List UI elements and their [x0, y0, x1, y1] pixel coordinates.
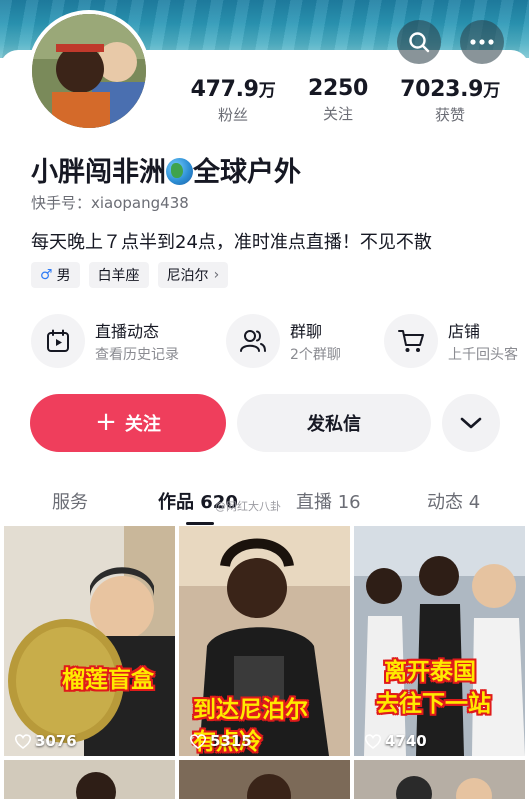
- plus-icon: +: [95, 406, 117, 437]
- stat-value: 7023.9: [400, 77, 484, 102]
- tab-services[interactable]: 服务: [52, 488, 88, 514]
- feature-subtitle: 上千回头客: [448, 347, 518, 363]
- group-icon: [240, 330, 266, 352]
- tag-gender: ♂ 男: [31, 262, 80, 288]
- tag-gender-label: 男: [56, 268, 71, 284]
- stat-likes[interactable]: 7023.9万 获赞: [390, 76, 510, 125]
- profile-name-part1: 小胖闯非洲: [31, 157, 166, 188]
- stat-label: 获赞: [434, 106, 465, 124]
- globe-icon: [166, 158, 193, 185]
- profile-name: 小胖闯非洲 全球户外: [31, 150, 301, 189]
- feature-shop[interactable]: 店铺 上千回头客: [384, 314, 529, 370]
- video-card[interactable]: 到达尼泊尔 有点冷 5315: [179, 526, 350, 756]
- video-likes: 5315: [190, 732, 252, 750]
- heart-icon: [190, 733, 206, 749]
- avatar[interactable]: [28, 10, 150, 132]
- video-likes-count: 5315: [210, 732, 252, 750]
- stat-value: 477.9: [190, 77, 259, 102]
- profile-tags: ♂ 男 白羊座 尼泊尔 ›: [31, 262, 229, 288]
- video-thumbnail: [354, 526, 525, 756]
- avatar-photo: [32, 14, 146, 128]
- video-caption: 去往下一站: [376, 691, 491, 717]
- tag-zodiac: 白羊座: [88, 262, 149, 288]
- message-button[interactable]: 发私信: [237, 394, 431, 452]
- feature-group-chat[interactable]: 群聊 2个群聊: [226, 314, 376, 370]
- chevron-right-icon: ›: [213, 267, 220, 283]
- feature-title: 直播动态: [95, 322, 160, 341]
- tab-posts[interactable]: 动态 4: [427, 488, 480, 514]
- more-button[interactable]: [460, 20, 504, 64]
- video-caption: 到达尼泊尔: [193, 697, 308, 723]
- calendar-play-icon: [47, 329, 69, 352]
- feature-row: 直播动态 查看历史记录 群聊 2个群聊 店铺 上千回头客: [0, 314, 529, 370]
- feature-title: 店铺: [448, 322, 481, 341]
- feature-title: 群聊: [290, 322, 323, 341]
- stat-unit: 万: [258, 81, 276, 101]
- feature-subtitle: 查看历史记录: [95, 347, 179, 363]
- stat-following[interactable]: 2250 关注: [298, 76, 378, 124]
- video-likes: 3076: [15, 732, 77, 750]
- heart-icon: [15, 733, 31, 749]
- action-row: + 关注 发私信: [0, 394, 529, 454]
- video-likes: 4740: [365, 732, 427, 750]
- watermark: @网红大八卦: [215, 500, 281, 513]
- video-card-partial[interactable]: [179, 760, 350, 799]
- more-dots-icon: [470, 39, 494, 45]
- video-likes-count: 4740: [385, 732, 427, 750]
- more-actions-button[interactable]: [442, 394, 500, 452]
- search-button[interactable]: [397, 20, 441, 64]
- feature-subtitle: 2个群聊: [290, 347, 341, 363]
- tag-location[interactable]: 尼泊尔 ›: [157, 262, 229, 288]
- kwai-id[interactable]: 快手号：xiaopang438: [31, 192, 189, 213]
- video-thumbnail: [4, 526, 175, 756]
- video-card[interactable]: 离开泰国 去往下一站 4740: [354, 526, 525, 756]
- active-tab-indicator: [186, 522, 214, 525]
- heart-icon: [365, 733, 381, 749]
- tag-location-label: 尼泊尔: [166, 268, 209, 284]
- profile-stats: 477.9万 粉丝 2250 关注 7023.9万 获赞: [180, 76, 529, 132]
- video-card-partial[interactable]: [4, 760, 175, 799]
- video-likes-count: 3076: [35, 732, 77, 750]
- video-thumbnail: [4, 760, 175, 799]
- stat-label: 关注: [322, 105, 353, 123]
- video-thumbnail: [179, 760, 350, 799]
- feature-live-history[interactable]: 直播动态 查看历史记录: [31, 314, 211, 370]
- tab-live[interactable]: 直播 16: [296, 488, 361, 514]
- stat-label: 粉丝: [217, 106, 248, 124]
- follow-label: 关注: [124, 414, 161, 435]
- video-card-partial[interactable]: [354, 760, 525, 799]
- video-thumbnail: [354, 760, 525, 799]
- video-card[interactable]: 榴莲盲盒 3076: [4, 526, 175, 756]
- follow-button[interactable]: + 关注: [30, 394, 226, 452]
- video-caption: 离开泰国: [384, 659, 476, 685]
- chevron-down-icon: [460, 417, 482, 429]
- search-icon: [409, 32, 430, 53]
- profile-name-part2: 全球户外: [193, 157, 301, 188]
- video-grid: 榴莲盲盒 3076 到达尼泊尔 有点冷 5315 离开泰国 去往下一站 4740: [4, 526, 526, 799]
- video-caption: 榴莲盲盒: [62, 667, 154, 693]
- cart-icon: [398, 330, 424, 352]
- profile-bio: 每天晚上７点半到24点，准时准点直播！不见不散: [31, 232, 432, 253]
- stat-followers[interactable]: 477.9万 粉丝: [188, 76, 278, 125]
- stat-value: 2250: [307, 76, 369, 101]
- stat-unit: 万: [483, 81, 500, 101]
- male-icon: ♂: [40, 267, 53, 283]
